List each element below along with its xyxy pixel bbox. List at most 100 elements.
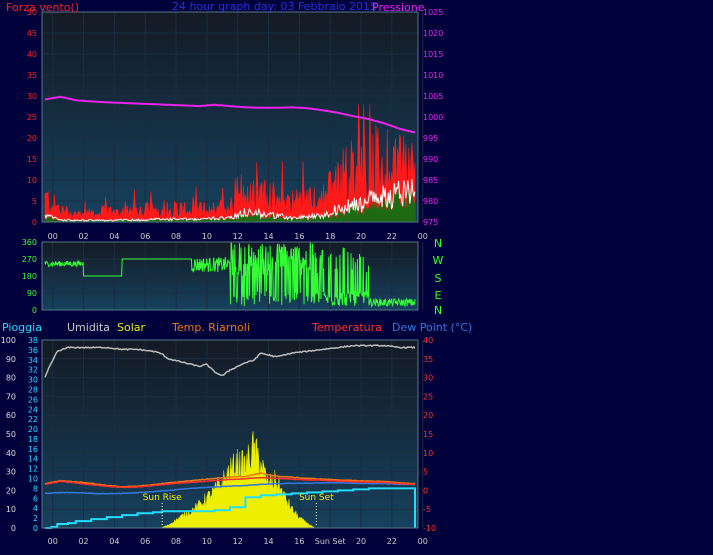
wind-x-tick: 10 xyxy=(202,232,212,241)
wind-y-tick: 0 xyxy=(32,218,37,227)
humidity-y-tick: 70 xyxy=(6,392,16,401)
weather-x-tick: 00 xyxy=(418,537,428,546)
temperature-y-tick: 15 xyxy=(423,430,433,439)
legend-heat-index: Temp. Riarnoli xyxy=(171,321,250,334)
rain-y-tick: 12 xyxy=(28,465,38,474)
wind-y-tick: 30 xyxy=(27,92,37,101)
compass-label: W xyxy=(433,254,444,267)
weather-x-tick: 16 xyxy=(294,537,304,546)
wind-x-tick: 14 xyxy=(263,232,273,241)
compass-label: E xyxy=(435,289,442,302)
wind-y-tick: 5 xyxy=(32,197,37,206)
rain-y-tick: 22 xyxy=(28,415,38,424)
temperature-y-tick: 35 xyxy=(423,355,433,364)
sun-marker-label: Sun Rise xyxy=(143,493,182,503)
rain-y-tick: 2 xyxy=(33,514,38,523)
rain-y-tick: 6 xyxy=(33,494,38,503)
rain-y-tick: 36 xyxy=(28,346,38,355)
weather-x-tick: 00 xyxy=(48,537,58,546)
wind-y-tick: 10 xyxy=(27,176,37,185)
legend-solar: Solar xyxy=(117,321,146,334)
pressure-y-tick: 1005 xyxy=(423,92,443,101)
temperature-y-tick: 10 xyxy=(423,449,433,458)
direction-y-tick: 0 xyxy=(32,306,37,315)
wind-x-tick: 08 xyxy=(171,232,181,241)
wind-x-tick: 00 xyxy=(418,232,428,241)
rain-y-tick: 4 xyxy=(33,504,38,513)
pressure-y-tick: 995 xyxy=(423,134,438,143)
rain-y-tick: 20 xyxy=(28,425,38,434)
weather-x-tick: 14 xyxy=(263,537,273,546)
weather-x-tick: 06 xyxy=(140,537,150,546)
wind-x-tick: 16 xyxy=(294,232,304,241)
rain-y-tick: 16 xyxy=(28,445,38,454)
weather-x-tick: Sun Set xyxy=(315,537,346,546)
pressure-y-tick: 1010 xyxy=(423,71,443,80)
pressure-y-tick: 985 xyxy=(423,176,438,185)
humidity-y-tick: 0 xyxy=(11,524,16,533)
wind-x-tick: 18 xyxy=(325,232,335,241)
temperature-y-tick: -5 xyxy=(423,505,431,514)
weather-x-tick: 02 xyxy=(78,537,88,546)
wind-x-tick: 20 xyxy=(356,232,366,241)
wind-x-tick: 00 xyxy=(48,232,58,241)
humidity-y-tick: 30 xyxy=(6,468,16,477)
legend-humidity: Umidita xyxy=(67,321,110,334)
pressure-label: Pressione xyxy=(372,1,425,14)
temperature-y-tick: 5 xyxy=(423,468,428,477)
rain-y-tick: 14 xyxy=(28,455,38,464)
legend-rain: Pioggia xyxy=(2,321,42,334)
direction-y-tick: 180 xyxy=(22,272,37,281)
wind-label: Forza vento() xyxy=(6,1,79,14)
direction-y-tick: 90 xyxy=(27,289,37,298)
humidity-y-tick: 10 xyxy=(6,505,16,514)
temperature-y-tick: 30 xyxy=(423,374,433,383)
legend-dew-point: Dew Point (°C) xyxy=(392,321,472,334)
wind-x-tick: 22 xyxy=(387,232,397,241)
humidity-y-tick: 90 xyxy=(6,355,16,364)
pressure-y-tick: 975 xyxy=(423,218,438,227)
humidity-y-tick: 80 xyxy=(6,374,16,383)
wind-x-tick: 02 xyxy=(78,232,88,241)
pressure-y-tick: 990 xyxy=(423,155,438,164)
rain-y-tick: 8 xyxy=(33,484,38,493)
rain-y-tick: 26 xyxy=(28,395,38,404)
pressure-y-tick: 1015 xyxy=(423,50,443,59)
chart-svg: Sun Rise Sun Set Forza vento() 24 hour gr… xyxy=(1,0,473,546)
legend-temperature: Temperatura xyxy=(311,321,382,334)
temperature-y-tick: -10 xyxy=(423,524,436,533)
humidity-y-tick: 20 xyxy=(6,486,16,495)
rain-y-tick: 18 xyxy=(28,435,38,444)
rain-y-tick: 32 xyxy=(28,366,38,375)
humidity-y-tick: 60 xyxy=(6,411,16,420)
pressure-y-tick: 1025 xyxy=(423,8,443,17)
humidity-y-tick: 50 xyxy=(6,430,16,439)
weather-x-tick: 08 xyxy=(171,537,181,546)
weather-graph: Sun Rise Sun Set Forza vento() 24 hour gr… xyxy=(0,0,713,555)
rain-y-tick: 0 xyxy=(33,524,38,533)
wind-y-tick: 50 xyxy=(27,8,37,17)
temperature-y-tick: 0 xyxy=(423,486,428,495)
wind-y-tick: 25 xyxy=(27,113,37,122)
compass-label: S xyxy=(435,272,442,285)
weather-x-tick: 04 xyxy=(109,537,119,546)
sun-marker-label: Sun Set xyxy=(299,493,334,503)
rain-y-tick: 30 xyxy=(28,376,38,385)
direction-y-tick: 270 xyxy=(22,255,37,264)
wind-y-tick: 15 xyxy=(27,155,37,164)
rain-y-tick: 38 xyxy=(28,336,38,345)
wind-y-tick: 35 xyxy=(27,71,37,80)
compass-label: N xyxy=(434,237,442,250)
weather-x-tick: 20 xyxy=(356,537,366,546)
rain-y-tick: 34 xyxy=(28,356,38,365)
rain-y-tick: 28 xyxy=(28,385,38,394)
wind-x-tick: 04 xyxy=(109,232,119,241)
wind-x-tick: 06 xyxy=(140,232,150,241)
pressure-y-tick: 980 xyxy=(423,197,438,206)
compass-label: N xyxy=(434,304,442,317)
weather-x-tick: 22 xyxy=(387,537,397,546)
pressure-y-tick: 1000 xyxy=(423,113,443,122)
temperature-y-tick: 25 xyxy=(423,392,433,401)
temperature-y-tick: 40 xyxy=(423,336,433,345)
wind-y-tick: 45 xyxy=(27,29,37,38)
